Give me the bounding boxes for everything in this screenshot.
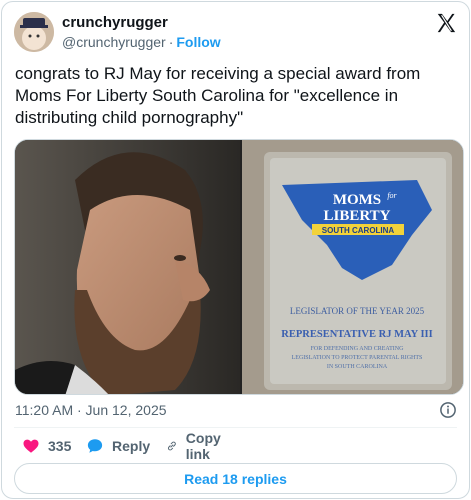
user-handle[interactable]: @crunchyrugger [62, 34, 166, 50]
award-logo-liberty: LIBERTY [324, 208, 391, 224]
tweet-header: crunchyrugger @crunchyrugger · Follow [14, 12, 457, 52]
follow-button[interactable]: Follow [176, 34, 220, 50]
like-button[interactable]: 335 [22, 436, 71, 456]
separator: · [168, 34, 174, 50]
media-grid[interactable]: MOMS for LIBERTY SOUTH CAROLINA LEGISLAT… [14, 139, 464, 395]
reply-bubble-icon [87, 439, 103, 453]
award-logo-for: for [387, 191, 397, 200]
tweet-card: crunchyrugger @crunchyrugger · Follow cong… [1, 1, 470, 499]
tweet-timestamp[interactable]: 11:20 AM · Jun 12, 2025 [15, 402, 167, 418]
reply-button[interactable]: Reply [86, 436, 150, 456]
heart-icon [23, 439, 39, 453]
copy-link-button[interactable]: Copy link [166, 430, 227, 462]
info-icon[interactable] [439, 401, 457, 419]
display-name[interactable]: crunchyrugger [62, 14, 168, 31]
award-logo-banner: SOUTH CAROLINA [322, 226, 395, 235]
reply-label: Reply [112, 438, 151, 454]
tweet-text: congrats to RJ May for receiving a speci… [15, 64, 421, 127]
photo-award-plaque[interactable]: MOMS for LIBERTY SOUTH CAROLINA LEGISLAT… [242, 140, 463, 394]
link-icon [167, 441, 176, 451]
x-logo-icon[interactable] [435, 12, 457, 34]
award-recipient: REPRESENTATIVE RJ MAY III [281, 329, 432, 340]
avatar[interactable] [14, 12, 54, 52]
like-count: 335 [48, 438, 72, 454]
copy-link-label: Copy link [185, 430, 221, 462]
award-desc-line1: FOR DEFENDING AND CREATING [311, 346, 405, 352]
handle-line: @crunchyrugger · Follow [62, 34, 221, 50]
award-logo-moms: MOMS [333, 192, 381, 208]
award-desc-line2: LEGISLATION TO PROTECT PARENTAL RIGHTS [292, 355, 423, 361]
photo-man-profile[interactable] [15, 140, 240, 394]
divider [14, 427, 457, 428]
award-title: LEGISLATOR OF THE YEAR 2025 [290, 306, 425, 316]
award-desc-line3: IN SOUTH CAROLINA [327, 364, 388, 370]
read-replies-button[interactable]: Read 18 replies [14, 463, 457, 494]
